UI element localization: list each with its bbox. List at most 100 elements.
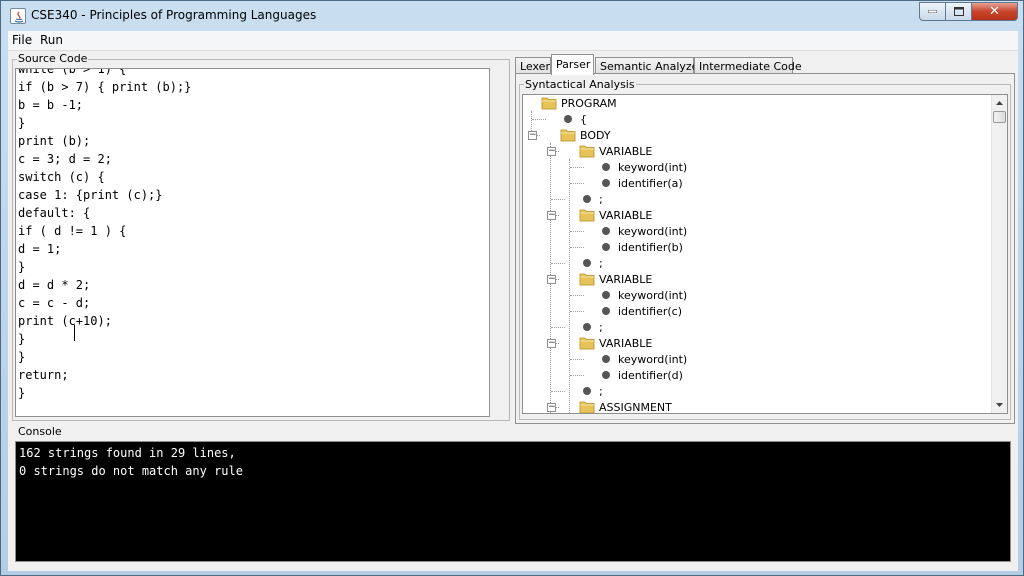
- tree-node-label: identifier(d): [618, 368, 683, 382]
- leaf-bullet-icon: [583, 195, 591, 203]
- minimize-button[interactable]: [919, 2, 946, 21]
- code-line: while (b > 1) {: [18, 68, 127, 76]
- tree-node-label: keyword(int): [618, 224, 688, 238]
- tree-leaf-node[interactable]: ;: [579, 191, 603, 207]
- title-bar[interactable]: CSE340 - Principles of Programming Langu…: [1, 1, 1023, 31]
- tree-leaf-node[interactable]: ;: [579, 383, 603, 399]
- tab-parser[interactable]: Parser: [551, 54, 594, 75]
- tree-collapse-toggle[interactable]: −: [547, 275, 556, 284]
- tree-node-label: BODY: [580, 128, 611, 142]
- menu-run[interactable]: Run: [40, 33, 63, 47]
- code-line: c = 3; d = 2;: [18, 152, 112, 166]
- leaf-bullet-icon: [564, 115, 572, 123]
- tree-leaf-node[interactable]: keyword(int): [598, 223, 687, 239]
- tree-folder-node[interactable]: VARIABLE: [579, 271, 652, 287]
- tree-leaf-node[interactable]: identifier(b): [598, 239, 683, 255]
- code-lines: while (b > 1) {if (b > 7) { print (b);} b…: [18, 68, 191, 402]
- leaf-bullet-icon: [602, 371, 610, 379]
- code-line: b = b -1;: [18, 98, 84, 112]
- tree-connector: [570, 295, 584, 296]
- leaf-bullet-icon: [602, 227, 610, 235]
- tree-node-label: ;: [599, 256, 603, 270]
- close-icon: ✕: [989, 4, 1000, 19]
- menu-file[interactable]: File: [12, 33, 32, 47]
- maximize-icon: [953, 7, 964, 16]
- window-title: CSE340 - Principles of Programming Langu…: [31, 8, 317, 22]
- tree-leaf-node[interactable]: keyword(int): [598, 287, 687, 303]
- tree-scrollbar[interactable]: [991, 95, 1007, 413]
- folder-icon: [579, 400, 595, 413]
- code-line: d = d * 2;: [18, 278, 91, 292]
- minimize-icon: [928, 10, 937, 13]
- leaf-bullet-icon: [583, 387, 591, 395]
- tree-connector: [551, 199, 565, 200]
- folder-icon: [579, 272, 595, 286]
- tree-folder-node[interactable]: BODY: [560, 127, 611, 143]
- tree-connector: [570, 311, 584, 312]
- tree-leaf-node[interactable]: keyword(int): [598, 351, 687, 367]
- folder-icon: [541, 96, 557, 110]
- tree-scroll-up-arrow[interactable]: [992, 95, 1007, 111]
- tree-collapse-toggle[interactable]: −: [547, 403, 556, 412]
- tree-scroll-down-arrow[interactable]: [992, 397, 1007, 413]
- tab-semantic-analyzer[interactable]: Semantic Analyzer: [595, 57, 703, 74]
- tree-connector: [570, 183, 584, 184]
- arrow-down-icon: [996, 403, 1003, 407]
- leaf-bullet-icon: [602, 307, 610, 315]
- tree-connector: [532, 119, 546, 120]
- tree-node-label: PROGRAM: [561, 96, 617, 110]
- leaf-bullet-icon: [583, 259, 591, 267]
- tree-scroll-thumb[interactable]: [993, 111, 1006, 123]
- tree-collapse-toggle[interactable]: −: [547, 339, 556, 348]
- tree-node-label: ;: [599, 384, 603, 398]
- tree-connector: [551, 263, 565, 264]
- tree-collapse-toggle[interactable]: −: [547, 211, 556, 220]
- tree-folder-node[interactable]: VARIABLE: [579, 143, 652, 159]
- code-line: }: [18, 260, 26, 274]
- code-line: print (b);: [18, 134, 91, 148]
- code-line: default: {: [18, 206, 91, 220]
- tree-connector: [570, 231, 584, 232]
- tree-leaf-node[interactable]: identifier(d): [598, 367, 683, 383]
- tree-leaf-node[interactable]: identifier(c): [598, 303, 682, 319]
- leaf-bullet-icon: [602, 179, 610, 187]
- tree-node-label: {: [580, 112, 587, 126]
- tree-folder-node[interactable]: ASSIGNMENT: [579, 399, 672, 414]
- tree-connector: [570, 359, 584, 360]
- tree-folder-node[interactable]: PROGRAM: [541, 95, 617, 111]
- code-line: switch (c) {: [18, 170, 105, 184]
- source-code-label: Source Code: [17, 52, 89, 65]
- tree-collapse-toggle[interactable]: −: [547, 147, 556, 156]
- tree-node-label: ASSIGNMENT: [599, 400, 672, 414]
- code-line: }: [18, 116, 26, 130]
- tree-connector: [570, 247, 584, 248]
- code-line: case 1: {print (c);}: [18, 188, 163, 202]
- folder-icon: [579, 336, 595, 350]
- tree-node-label: VARIABLE: [599, 144, 653, 158]
- tree-collapse-toggle[interactable]: −: [528, 131, 537, 140]
- source-code-editor[interactable]: while (b > 1) {if (b > 7) { print (b);} b…: [15, 68, 490, 417]
- text-caret: [74, 325, 75, 341]
- code-line: c = c - d;: [18, 296, 91, 310]
- tree-folder-node[interactable]: VARIABLE: [579, 335, 652, 351]
- tree-leaf-node[interactable]: ;: [579, 255, 603, 271]
- tree-leaf-node[interactable]: ;: [579, 319, 603, 335]
- tree-node-label: ;: [599, 320, 603, 334]
- maximize-button[interactable]: [946, 2, 972, 21]
- parser-tab-panel: Syntactical Analysis PROGRAM {− BODY − VARIA…: [515, 73, 1015, 424]
- tab-intermediate-code[interactable]: Intermediate Code: [694, 57, 802, 74]
- folder-icon: [560, 128, 576, 142]
- console-output[interactable]: 162 strings found in 29 lines, 0 strings…: [15, 441, 1011, 562]
- code-line: return;: [18, 368, 69, 382]
- close-button[interactable]: ✕: [972, 2, 1018, 21]
- tab-lexer[interactable]: Lexer: [515, 57, 551, 74]
- code-line: }: [18, 386, 26, 400]
- tree-leaf-node[interactable]: identifier(a): [598, 175, 683, 191]
- java-app-icon: [10, 8, 26, 24]
- tree-folder-node[interactable]: VARIABLE: [579, 207, 652, 223]
- tree-node-label: identifier(b): [618, 240, 683, 254]
- tree-leaf-node[interactable]: keyword(int): [598, 159, 687, 175]
- folder-icon: [579, 144, 595, 158]
- tree-leaf-node[interactable]: {: [560, 111, 587, 127]
- parse-tree[interactable]: PROGRAM {− BODY − VARIABLE keyword(int) identi…: [522, 94, 1008, 414]
